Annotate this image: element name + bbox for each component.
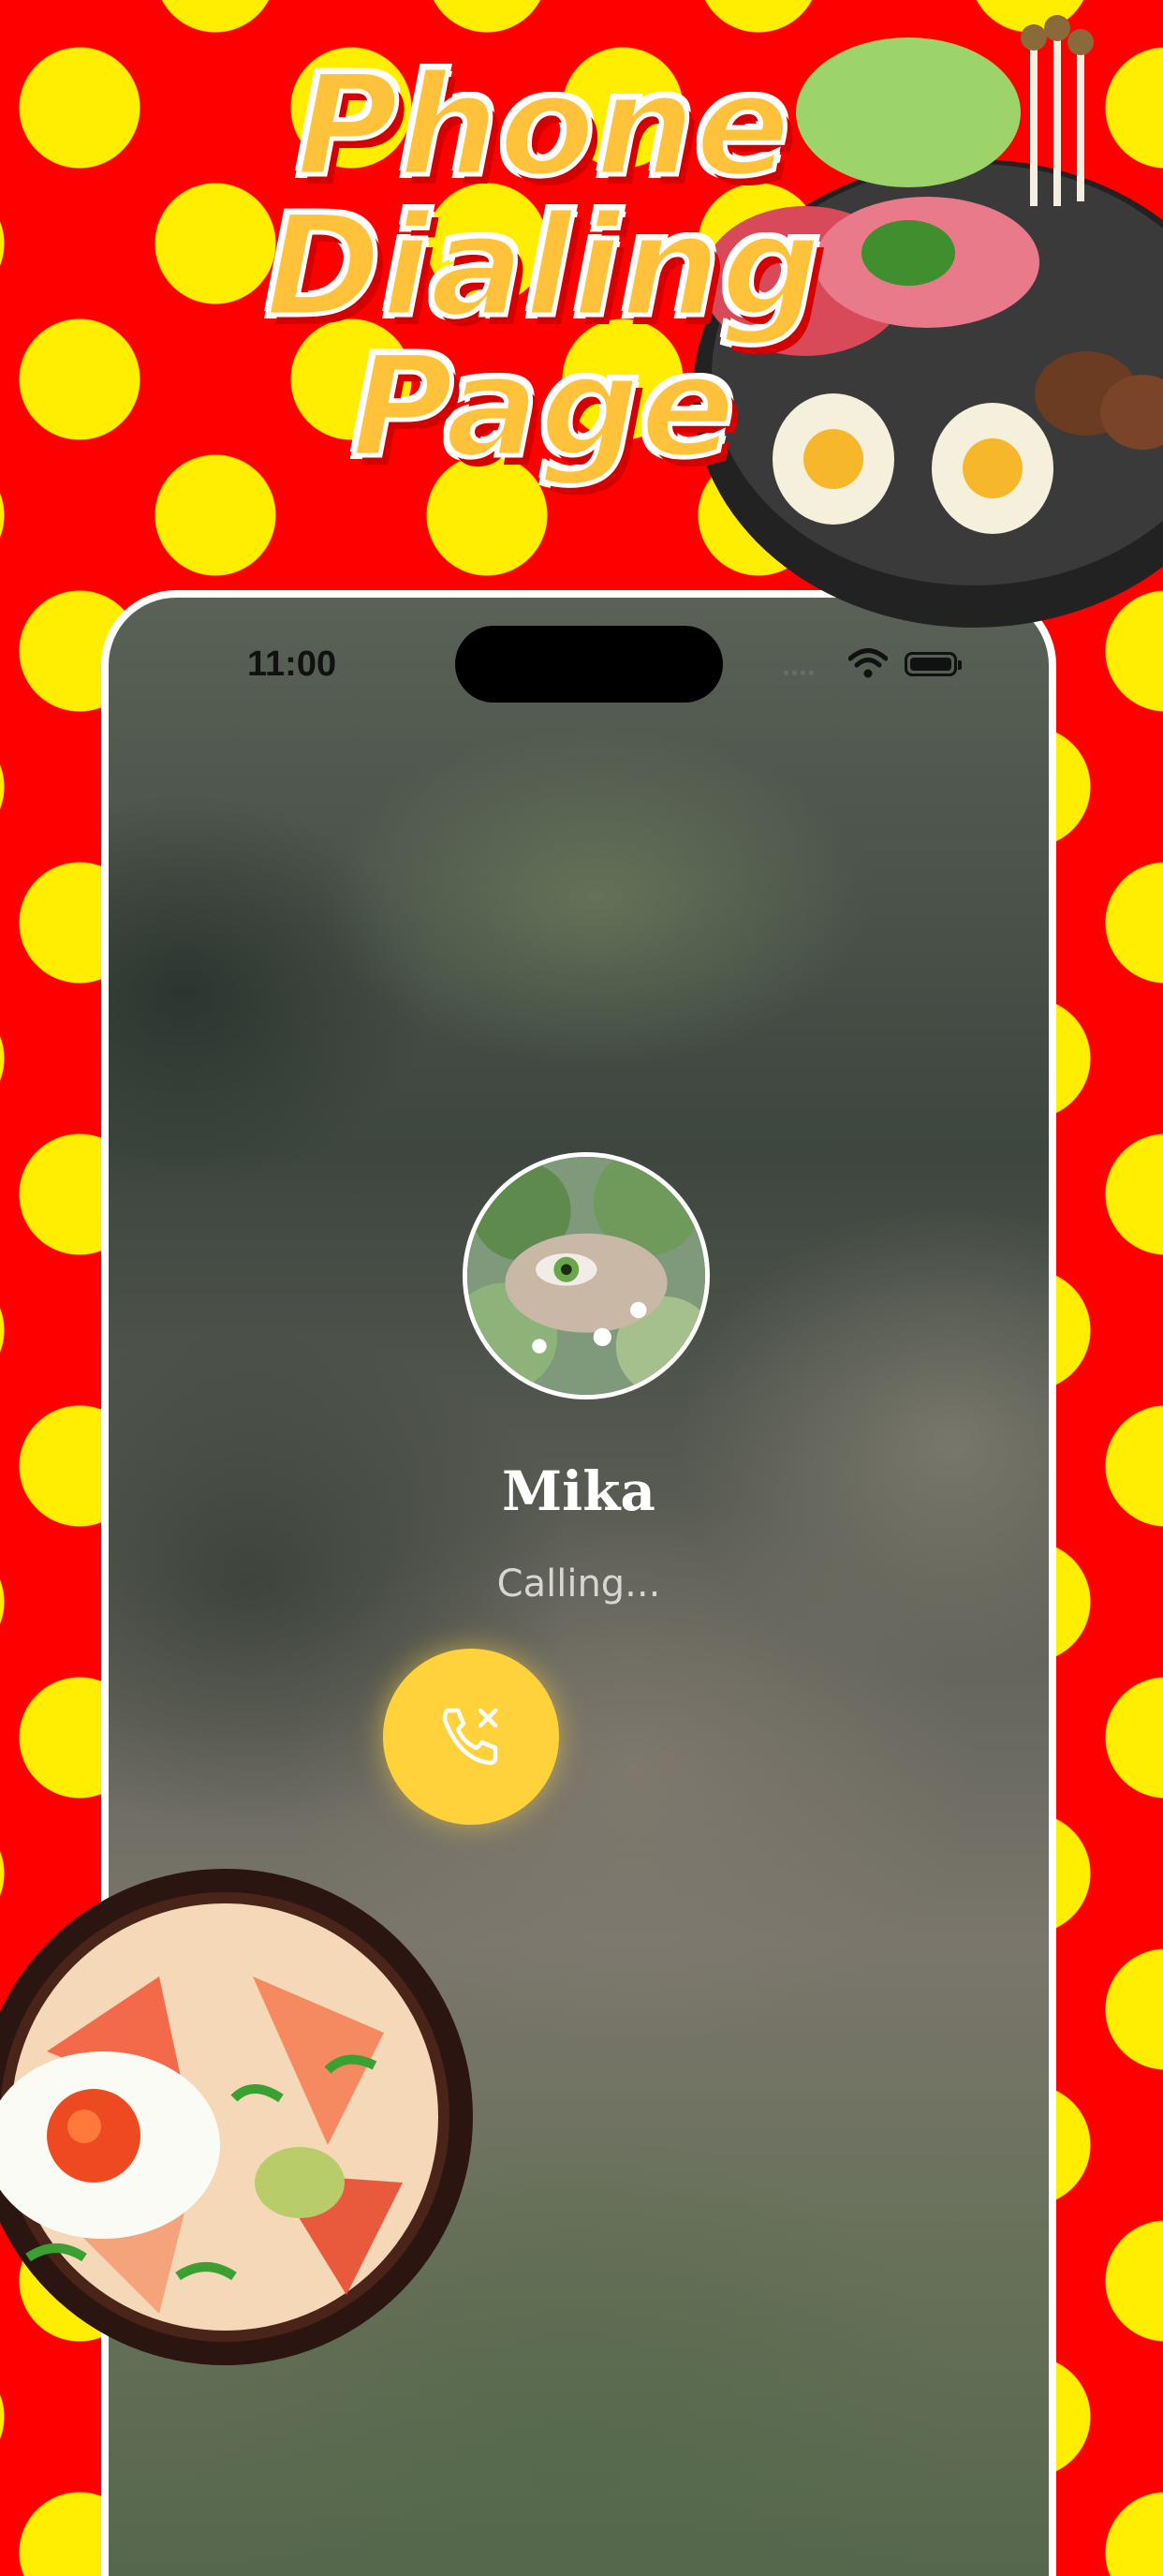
contact-name: Mika — [501, 1459, 655, 1523]
banner-title-line2: Dialing — [262, 185, 823, 348]
end-call-button[interactable] — [383, 1649, 559, 1825]
banner-title-line1: Phone — [293, 45, 792, 208]
donburi-illustration — [0, 1869, 473, 2365]
status-time: 11:00 — [247, 644, 337, 684]
phone-hangup-icon — [442, 1708, 498, 1766]
call-status: Calling... — [496, 1562, 661, 1606]
dynamic-island — [455, 626, 723, 703]
banner-title-line3: Page — [348, 326, 738, 489]
banner-title: Phone Dialing Page — [169, 45, 918, 489]
signal-indicator: •••• — [783, 663, 817, 684]
avatar[interactable] — [463, 1152, 710, 1399]
